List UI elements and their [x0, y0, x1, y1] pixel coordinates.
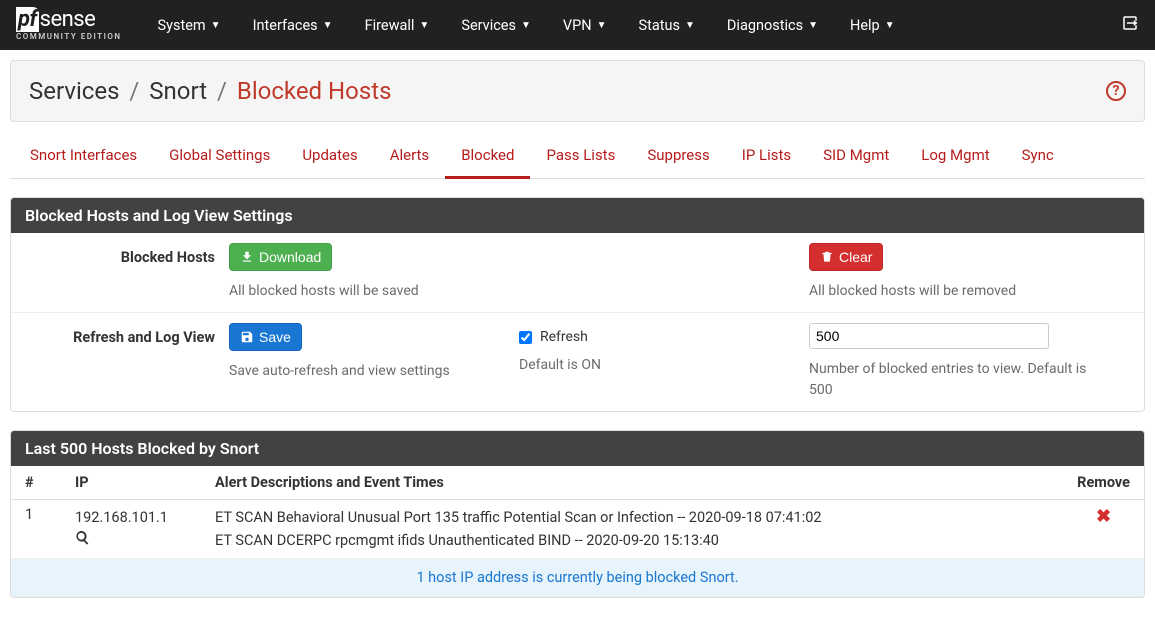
brand-pf: pf [16, 7, 39, 32]
caret-icon: ▼ [808, 20, 818, 31]
download-button[interactable]: Download [229, 243, 332, 271]
help-icon[interactable]: ? [1106, 81, 1126, 101]
alert-line: ET SCAN Behavioral Unusual Port 135 traf… [215, 506, 1049, 529]
caret-icon: ▼ [521, 20, 531, 31]
col-ip: IP [61, 466, 201, 500]
save-help: Save auto-refresh and view settings [229, 361, 505, 382]
nav-label: Interfaces [253, 17, 318, 34]
cell-remove: ✖ [1063, 500, 1144, 559]
tab-global-settings[interactable]: Global Settings [153, 136, 286, 179]
tab-updates[interactable]: Updates [286, 136, 373, 179]
nav-diagnostics[interactable]: Diagnostics ▼ [711, 0, 834, 50]
snort-tabs: Snort Interfaces Global Settings Updates… [10, 136, 1145, 179]
breadcrumb: Services / Snort / Blocked Hosts [29, 77, 391, 105]
status-message: 1 host IP address is currently being blo… [11, 559, 1144, 597]
remove-host-icon[interactable]: ✖ [1096, 506, 1111, 527]
tab-blocked[interactable]: Blocked [445, 136, 530, 179]
tab-alerts[interactable]: Alerts [374, 136, 446, 179]
nav-label: Firewall [365, 17, 415, 34]
label-blocked-hosts: Blocked Hosts [25, 243, 215, 266]
ip-address: 192.168.101.1 [75, 509, 168, 526]
caret-icon: ▼ [597, 20, 607, 31]
brand-logo[interactable]: pfsense COMMUNITY EDITION [16, 9, 122, 41]
breadcrumb-sep: / [129, 77, 139, 105]
tab-pass-lists[interactable]: Pass Lists [530, 136, 631, 179]
caret-icon: ▼ [885, 20, 895, 31]
nav-system[interactable]: System ▼ [142, 0, 237, 50]
nav-status[interactable]: Status ▼ [623, 0, 711, 50]
nav-firewall[interactable]: Firewall ▼ [349, 0, 446, 50]
label-refresh-log: Refresh and Log View [25, 323, 215, 346]
caret-icon: ▼ [685, 20, 695, 31]
download-icon [240, 250, 254, 264]
refresh-checkbox-label: Refresh [540, 329, 588, 345]
clear-button[interactable]: Clear [809, 243, 883, 271]
blocked-hosts-table: # IP Alert Descriptions and Event Times … [11, 466, 1144, 597]
alert-line: ET SCAN DCERPC rpcmgmt ifids Unauthentic… [215, 529, 1049, 552]
refresh-help: Default is ON [519, 355, 795, 376]
breadcrumb-sep: / [217, 77, 227, 105]
col-num: # [11, 466, 61, 500]
table-row: 1 192.168.101.1 ET SCAN Behavioral Unusu… [11, 500, 1144, 559]
nav-vpn[interactable]: VPN ▼ [547, 0, 623, 50]
clear-help: All blocked hosts will be removed [809, 281, 1095, 302]
cell-ip: 192.168.101.1 [61, 500, 201, 559]
nav-services[interactable]: Services ▼ [445, 0, 547, 50]
logout-icon[interactable] [1121, 14, 1139, 36]
caret-icon: ▼ [419, 20, 429, 31]
caret-icon: ▼ [323, 20, 333, 31]
clear-button-label: Clear [839, 249, 872, 265]
tab-log-mgmt[interactable]: Log Mgmt [905, 136, 1005, 179]
nav-right [1121, 14, 1139, 36]
cell-num: 1 [11, 500, 61, 559]
main-container: Services / Snort / Blocked Hosts ? Snort… [0, 50, 1155, 626]
caret-icon: ▼ [211, 20, 221, 31]
refresh-checkbox[interactable] [519, 331, 532, 344]
blocked-hosts-title: Last 500 Hosts Blocked by Snort [11, 431, 1144, 466]
settings-panel-title: Blocked Hosts and Log View Settings [11, 198, 1144, 233]
tab-snort-interfaces[interactable]: Snort Interfaces [14, 136, 153, 179]
download-button-label: Download [259, 249, 321, 265]
nav-label: Services [461, 17, 516, 34]
trash-icon [820, 250, 834, 264]
nav-label: Status [639, 17, 680, 34]
entries-input[interactable] [809, 323, 1049, 349]
nav-interfaces[interactable]: Interfaces ▼ [237, 0, 349, 50]
brand-sense: sense [40, 7, 96, 32]
row-blocked-hosts: Blocked Hosts Download All blocked hosts… [11, 233, 1144, 313]
download-help: All blocked hosts will be saved [229, 281, 505, 302]
tab-sync[interactable]: Sync [1006, 136, 1070, 179]
entries-help: Number of blocked entries to view. Defau… [809, 359, 1095, 401]
save-button[interactable]: Save [229, 323, 302, 351]
nav-label: Help [850, 17, 880, 34]
breadcrumb-current: Blocked Hosts [237, 77, 392, 105]
nav-label: System [158, 17, 206, 34]
settings-panel: Blocked Hosts and Log View Settings Bloc… [10, 197, 1145, 412]
breadcrumb-services[interactable]: Services [29, 77, 119, 105]
col-remove: Remove [1063, 466, 1144, 500]
save-button-label: Save [259, 329, 291, 345]
blocked-hosts-panel: Last 500 Hosts Blocked by Snort # IP Ale… [10, 430, 1145, 598]
row-refresh-log: Refresh and Log View Save Save auto-refr… [11, 313, 1144, 411]
cell-alerts: ET SCAN Behavioral Unusual Port 135 traf… [201, 500, 1063, 559]
status-row: 1 host IP address is currently being blo… [11, 559, 1144, 597]
nav-help[interactable]: Help ▼ [834, 0, 911, 50]
tab-suppress[interactable]: Suppress [631, 136, 725, 179]
page-header: Services / Snort / Blocked Hosts ? [10, 60, 1145, 122]
top-navbar: pfsense COMMUNITY EDITION System ▼ Interf… [0, 0, 1155, 50]
breadcrumb-snort[interactable]: Snort [149, 77, 207, 105]
nav-label: Diagnostics [727, 17, 803, 34]
save-icon [240, 330, 254, 344]
tab-sid-mgmt[interactable]: SID Mgmt [807, 136, 905, 179]
col-desc: Alert Descriptions and Event Times [201, 466, 1063, 500]
nav-items: System▼ Interfaces▼ Firewall▼ Services▼ … [142, 0, 1121, 50]
tab-ip-lists[interactable]: IP Lists [726, 136, 807, 179]
brand-subtitle: COMMUNITY EDITION [16, 33, 122, 41]
nav-label: VPN [563, 17, 592, 34]
lookup-icon[interactable] [75, 532, 90, 549]
